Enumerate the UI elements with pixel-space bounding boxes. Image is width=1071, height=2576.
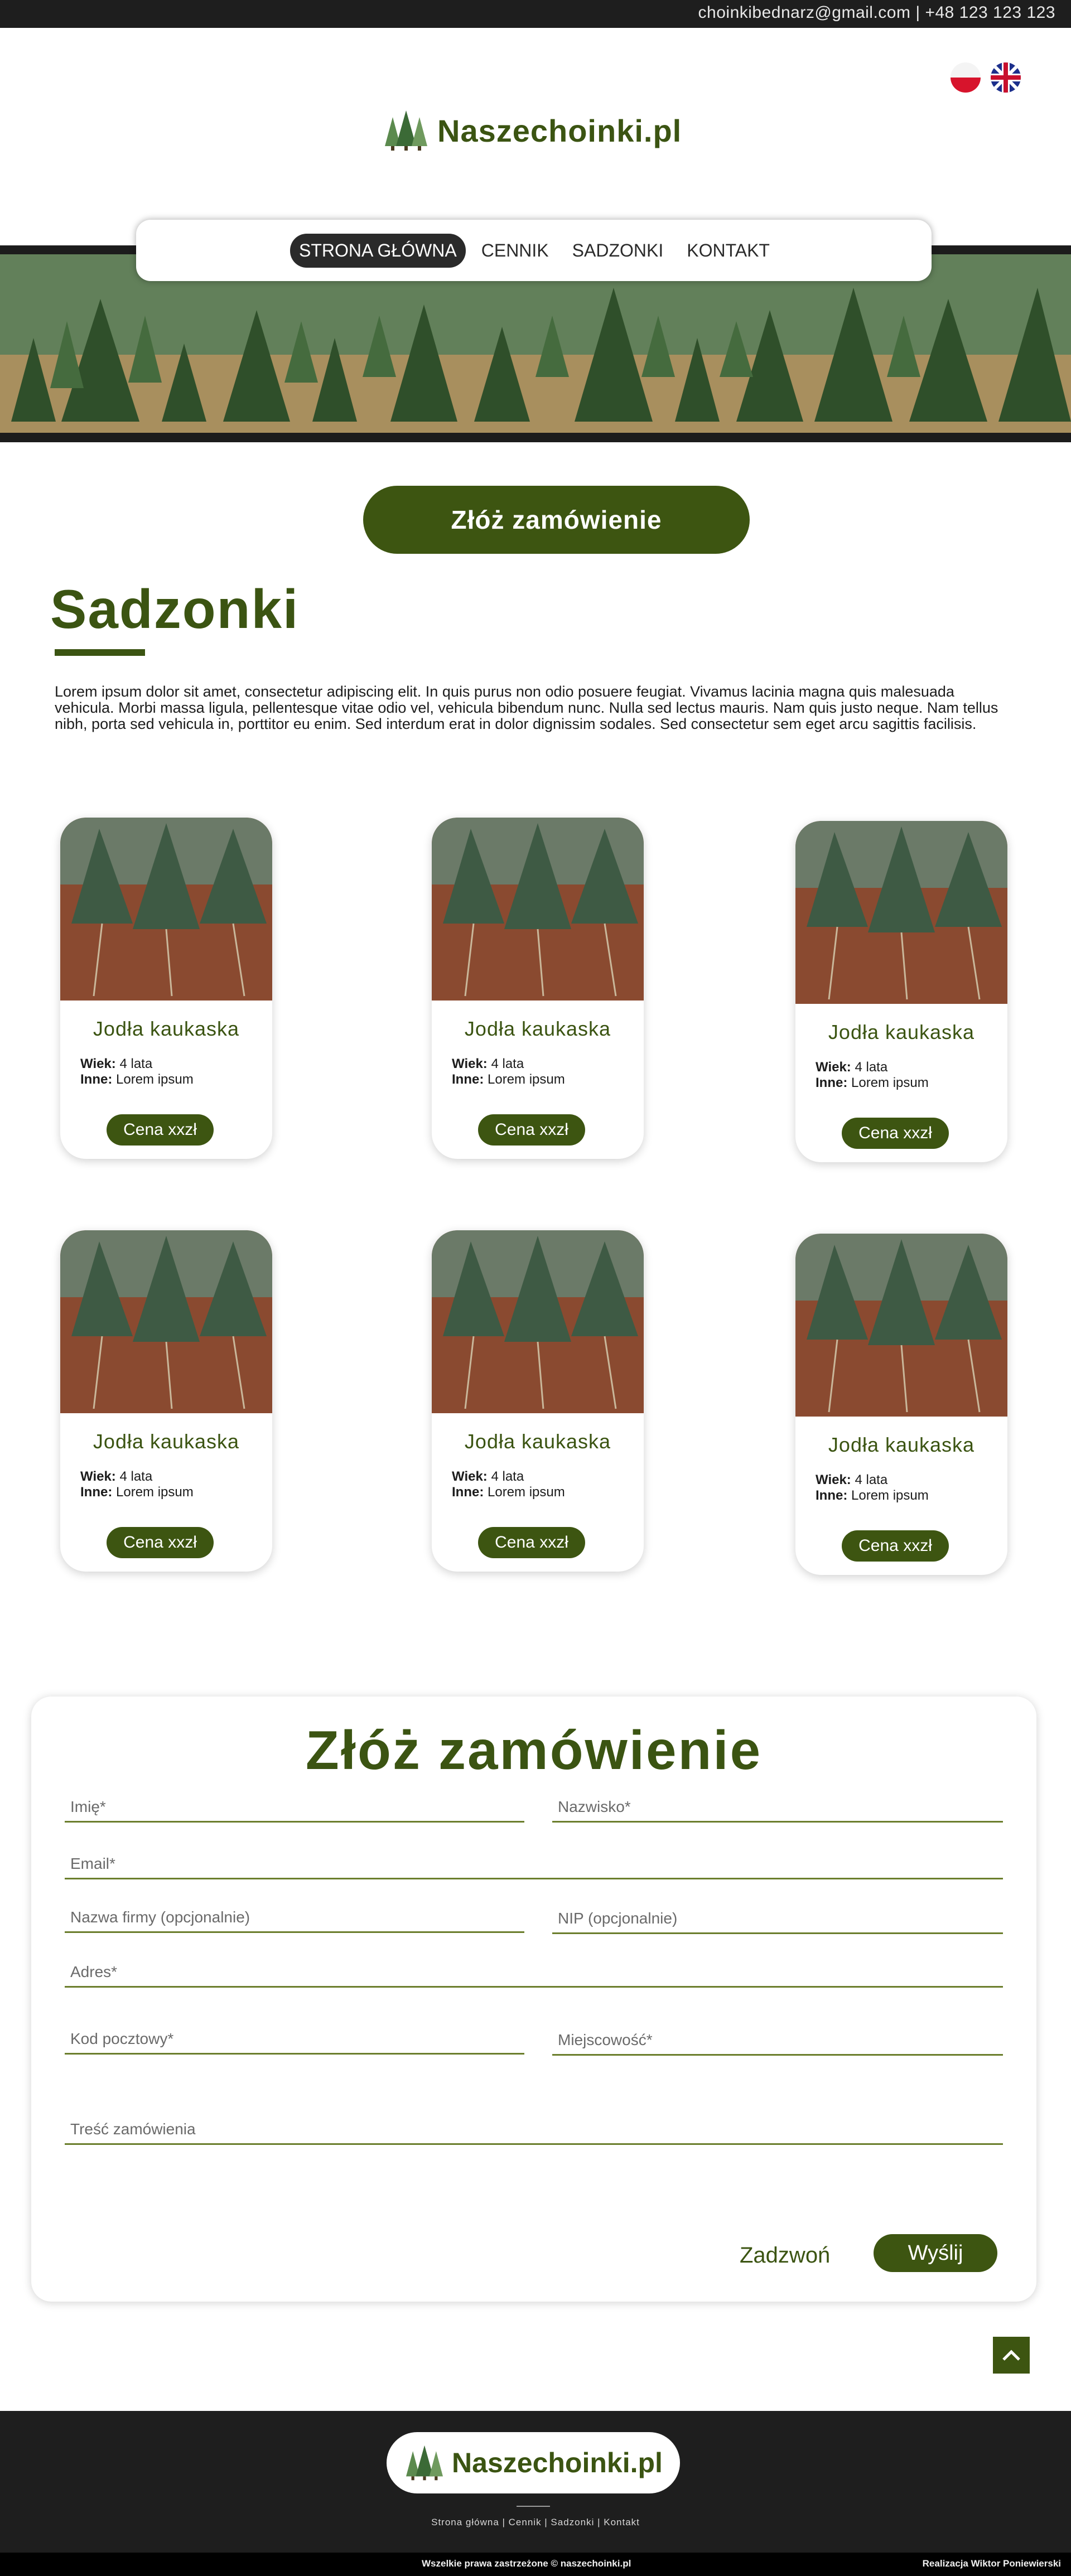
email-field[interactable]: Email* xyxy=(65,1853,1003,1879)
footer-divider xyxy=(517,2506,550,2507)
nip-field[interactable]: NIP (opcjonalnie) xyxy=(552,1907,1003,1934)
price-button[interactable]: Cena xxzł xyxy=(478,1114,585,1146)
product-card: Jodła kaukaska Wiek: 4 lata Inne: Lorem … xyxy=(795,821,1007,1162)
other-value: Lorem ipsum xyxy=(851,1488,929,1503)
product-image xyxy=(432,818,644,1001)
section-title: Sadzonki xyxy=(50,578,300,640)
message-field[interactable]: Treść zamówienia xyxy=(65,2118,1003,2145)
product-image xyxy=(60,1230,272,1413)
other-label: Inne: xyxy=(452,1072,484,1087)
age-label: Wiek: xyxy=(452,1056,488,1071)
age-value: 4 lata xyxy=(491,1469,524,1484)
other-label: Inne: xyxy=(816,1075,848,1090)
product-info: Wiek: 4 lata Inne: Lorem ipsum xyxy=(80,1056,194,1088)
product-name: Jodła kaukaska xyxy=(464,1430,611,1453)
site-logo[interactable]: Naszechoinki.pl xyxy=(383,109,682,152)
hero-image xyxy=(0,254,1071,433)
product-name: Jodła kaukaska xyxy=(828,1021,975,1043)
product-name: Jodła kaukaska xyxy=(828,1433,975,1456)
tree-logo-icon xyxy=(406,2445,443,2481)
product-name: Jodła kaukaska xyxy=(93,1017,240,1040)
logo-text: Naszechoinki.pl xyxy=(437,113,682,148)
product-info: Wiek: 4 lata Inne: Lorem ipsum xyxy=(816,1472,929,1504)
contact-info: choinkibednarz@gmail.com | +48 123 123 1… xyxy=(698,3,1055,22)
price-button[interactable]: Cena xxzł xyxy=(842,1118,949,1149)
product-info: Wiek: 4 lata Inne: Lorem ipsum xyxy=(80,1469,194,1500)
price-button[interactable]: Cena xxzł xyxy=(842,1530,949,1562)
top-bar: choinkibednarz@gmail.com | +48 123 123 1… xyxy=(0,0,1071,28)
first-name-field[interactable]: Imię* xyxy=(65,1796,524,1823)
bottom-bar: Wszelkie prawa zastrzeżone © naszechoink… xyxy=(0,2553,1071,2576)
footer-logo[interactable]: Naszechoinki.pl xyxy=(387,2432,680,2493)
address-field[interactable]: Adres* xyxy=(65,1961,1003,1988)
age-value: 4 lata xyxy=(855,1060,888,1075)
nav-item-home[interactable]: STRONA GŁÓWNA xyxy=(290,233,466,268)
last-name-field[interactable]: Nazwisko* xyxy=(552,1796,1003,1823)
other-value: Lorem ipsum xyxy=(488,1072,565,1087)
product-card: Jodła kaukaska Wiek: 4 lata Inne: Lorem … xyxy=(60,818,272,1159)
language-switcher xyxy=(951,62,1021,93)
age-value: 4 lata xyxy=(491,1056,524,1071)
nav-item-contact[interactable]: KONTAKT xyxy=(679,234,778,268)
price-button[interactable]: Cena xxzł xyxy=(107,1527,214,1558)
send-button[interactable]: Wyślij xyxy=(874,2234,997,2272)
product-card: Jodła kaukaska Wiek: 4 lata Inne: Lorem … xyxy=(60,1230,272,1572)
footer-links[interactable]: Strona główna | Cennik | Sadzonki | Kont… xyxy=(0,2517,1071,2528)
other-value: Lorem ipsum xyxy=(851,1075,929,1090)
postal-code-field[interactable]: Kod pocztowy* xyxy=(65,2028,524,2055)
footer-logo-text: Naszechoinki.pl xyxy=(452,2447,663,2478)
product-name: Jodła kaukaska xyxy=(93,1430,240,1453)
section-intro: Lorem ipsum dolor sit amet, consectetur … xyxy=(55,683,998,732)
order-form: Złóż zamówienie Imię* Nazwisko* Email* N… xyxy=(31,1697,1036,2302)
copyright-text: Wszelkie prawa zastrzeżone © naszechoink… xyxy=(422,2558,631,2569)
back-to-top-button[interactable] xyxy=(993,2337,1030,2374)
call-button[interactable]: Zadzwoń xyxy=(740,2243,830,2268)
other-label: Inne: xyxy=(80,1485,113,1500)
other-label: Inne: xyxy=(452,1485,484,1500)
product-image xyxy=(795,1234,1007,1417)
age-value: 4 lata xyxy=(119,1469,153,1484)
age-label: Wiek: xyxy=(816,1472,851,1487)
credit-text: Realizacja Wiktor Poniewierski xyxy=(922,2558,1061,2569)
age-value: 4 lata xyxy=(119,1056,153,1071)
age-label: Wiek: xyxy=(816,1060,851,1075)
age-label: Wiek: xyxy=(80,1056,116,1071)
product-card: Jodła kaukaska Wiek: 4 lata Inne: Lorem … xyxy=(432,818,644,1159)
nav-item-seedlings[interactable]: SADZONKI xyxy=(565,234,672,268)
order-cta-button[interactable]: Złóż zamówienie xyxy=(363,486,750,554)
form-title: Złóż zamówienie xyxy=(305,1719,763,1781)
other-value: Lorem ipsum xyxy=(116,1072,194,1087)
price-button[interactable]: Cena xxzł xyxy=(478,1527,585,1558)
other-label: Inne: xyxy=(816,1488,848,1503)
other-value: Lorem ipsum xyxy=(116,1485,194,1500)
nav-item-pricing[interactable]: CENNIK xyxy=(474,234,557,268)
age-value: 4 lata xyxy=(855,1472,888,1487)
other-value: Lorem ipsum xyxy=(488,1485,565,1500)
product-info: Wiek: 4 lata Inne: Lorem ipsum xyxy=(452,1056,565,1088)
product-name: Jodła kaukaska xyxy=(464,1017,611,1040)
company-field[interactable]: Nazwa firmy (opcjonalnie) xyxy=(65,1906,524,1933)
product-card: Jodła kaukaska Wiek: 4 lata Inne: Lorem … xyxy=(432,1230,644,1572)
other-label: Inne: xyxy=(80,1072,113,1087)
title-underline xyxy=(55,649,145,656)
main-nav: STRONA GŁÓWNA CENNIK SADZONKI KONTAKT xyxy=(136,220,932,281)
product-info: Wiek: 4 lata Inne: Lorem ipsum xyxy=(816,1060,929,1091)
city-field[interactable]: Miejscowość* xyxy=(552,2029,1003,2056)
age-label: Wiek: xyxy=(80,1469,116,1484)
product-info: Wiek: 4 lata Inne: Lorem ipsum xyxy=(452,1469,565,1500)
flag-uk-icon[interactable] xyxy=(991,62,1021,93)
footer: Naszechoinki.pl Strona główna | Cennik |… xyxy=(0,2411,1071,2553)
tree-logo-icon xyxy=(385,110,427,151)
flag-poland-icon[interactable] xyxy=(951,62,981,93)
price-button[interactable]: Cena xxzł xyxy=(107,1114,214,1146)
arrow-up-icon xyxy=(1002,2350,1020,2361)
product-image xyxy=(795,821,1007,1004)
product-card: Jodła kaukaska Wiek: 4 lata Inne: Lorem … xyxy=(795,1234,1007,1575)
product-image xyxy=(432,1230,644,1413)
product-image xyxy=(60,818,272,1001)
age-label: Wiek: xyxy=(452,1469,488,1484)
